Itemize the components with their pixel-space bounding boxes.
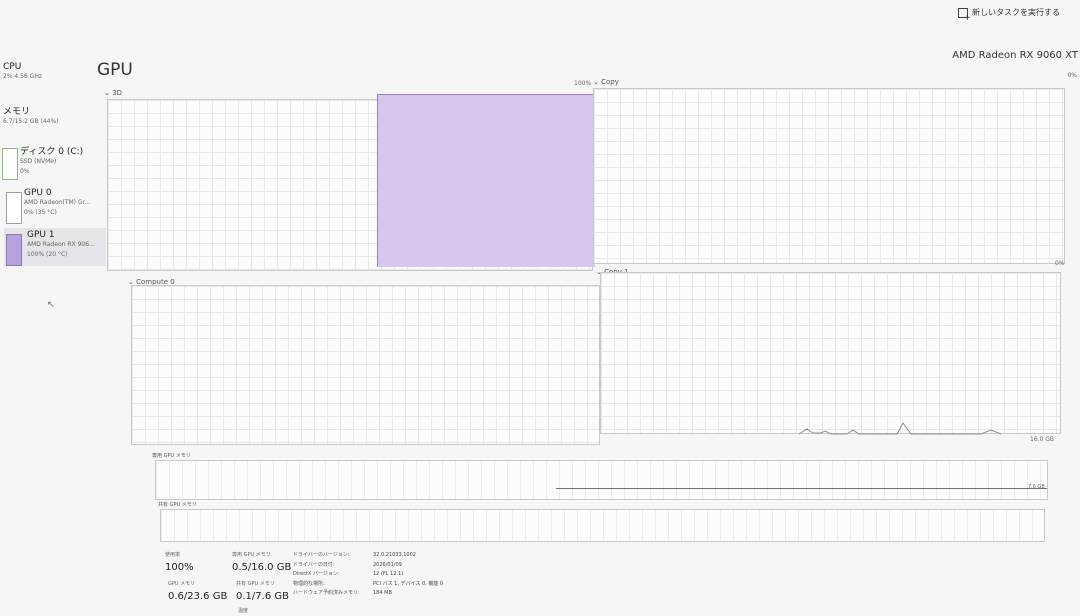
sidebar: CPU 2% 4.56 GHz メモリ 6.7/15.2 GB (44%) ディ… <box>0 60 106 266</box>
dedicated-memory-label: 専用 GPU メモリ <box>152 453 191 459</box>
graph-copy1-max-label: 16.0 GB <box>1030 436 1055 443</box>
run-new-task-button[interactable]: 新しいタスクを実行する <box>958 7 1060 23</box>
gpu1-graph-thumbnail <box>6 234 22 266</box>
gpu-memory-label: GPU メモリ <box>168 581 196 587</box>
graph-copy1[interactable] <box>600 272 1061 435</box>
driver-version-value: 32.0.21033.1002 <box>373 552 416 558</box>
sidebar-item-title: CPU <box>3 62 22 72</box>
graph-copy[interactable] <box>593 88 1065 264</box>
sidebar-item-gpu0[interactable]: GPU 0 AMD Radeon(TM) Gr... 0% (35 °C) <box>4 186 106 228</box>
graph-copy-min-label: 0% <box>1055 260 1065 267</box>
dedicated-memory-graph[interactable] <box>155 460 1048 500</box>
sidebar-item-cpu[interactable]: CPU 2% 4.56 GHz <box>0 60 106 102</box>
sidebar-item-title: GPU 0 <box>24 188 52 198</box>
sidebar-item-sub: AMD Radeon RX 906... <box>27 241 95 248</box>
sidebar-item-sub: 6.7/15.2 GB (44%) <box>3 118 59 125</box>
physical-location-label: 物理的な場所: <box>293 580 325 587</box>
shared-memory-graph[interactable] <box>160 509 1045 542</box>
utilization-value: 100% <box>165 562 194 573</box>
dedicated-gpu-memory-label: 専用 GPU メモリ <box>232 552 271 558</box>
graph-3d-label[interactable]: ⌄ 3D <box>104 89 122 97</box>
driver-version-label: ドライバーのバージョン: <box>293 552 350 558</box>
new-task-icon <box>958 7 971 23</box>
sidebar-item-sub: AMD Radeon(TM) Gr... <box>24 199 91 206</box>
sidebar-item-sub: SSD (NVMe) <box>20 158 57 165</box>
page-title: GPU <box>97 60 133 80</box>
sidebar-item-gpu1[interactable]: GPU 1 AMD Radeon RX 906... 100% (20 °C) <box>4 228 106 266</box>
sidebar-item-sub: 2% 4.56 GHz <box>3 73 43 80</box>
graph-max-label: 0% <box>1067 72 1077 79</box>
reserved-memory-label: ハードウェア予約済みメモリ: <box>293 590 360 596</box>
physical-location-value: PCI バス 1, デバイス 0, 機能 0 <box>373 580 444 587</box>
sidebar-item-title: GPU 1 <box>27 230 55 240</box>
disk-graph-thumbnail <box>2 148 18 180</box>
run-new-task-label: 新しいタスクを実行する <box>972 8 1060 17</box>
directx-value: 12 (FL 12.1) <box>373 571 404 577</box>
temperature-label: 温度 <box>238 608 249 614</box>
graph-3d-max-label: 100% <box>574 80 592 87</box>
directx-label: DirectX バージョン: <box>293 571 340 577</box>
driver-date-label: ドライバーの日付: <box>293 561 335 568</box>
sidebar-item-sub: 0% (35 °C) <box>24 209 57 216</box>
shared-gpu-memory-label: 共有 GPU メモリ <box>236 581 275 587</box>
sidebar-item-memory[interactable]: メモリ 6.7/15.2 GB (44%) <box>0 102 106 142</box>
graph-3d-utilization-fill <box>377 94 595 267</box>
graph-compute0[interactable] <box>131 285 600 445</box>
dedicated-memory-max: 7.6 GB <box>1028 484 1045 490</box>
gpu0-graph-thumbnail <box>6 192 22 224</box>
mouse-cursor-icon: ↖ <box>47 300 55 310</box>
shared-gpu-memory-value: 0.1/7.6 GB <box>236 591 289 602</box>
graph-3d[interactable] <box>107 94 595 271</box>
reserved-memory-value: 184 MB <box>373 590 392 596</box>
sidebar-item-sub: 0% <box>20 168 30 175</box>
utilization-label: 使用率 <box>165 552 181 558</box>
graph-copy-label[interactable]: ⌄ Copy <box>593 78 619 86</box>
sidebar-item-title: ディスク 0 (C:) <box>20 147 84 157</box>
gpu-memory-value: 0.6/23.6 GB <box>168 591 228 602</box>
gpu-model-name: AMD Radeon RX 9060 XT <box>952 50 1078 61</box>
sidebar-item-sub: 100% (20 °C) <box>27 251 68 258</box>
sidebar-item-title: メモリ <box>3 107 31 117</box>
sidebar-item-disk0[interactable]: ディスク 0 (C:) SSD (NVMe) 0% <box>0 142 106 186</box>
driver-date-value: 2026/01/09 <box>373 561 402 568</box>
graph-copy1-activity <box>798 422 1002 435</box>
dedicated-gpu-memory-value: 0.5/16.0 GB <box>232 562 292 573</box>
dedicated-memory-usage-line <box>556 488 1047 489</box>
shared-memory-label: 共有 GPU メモリ <box>158 502 197 508</box>
